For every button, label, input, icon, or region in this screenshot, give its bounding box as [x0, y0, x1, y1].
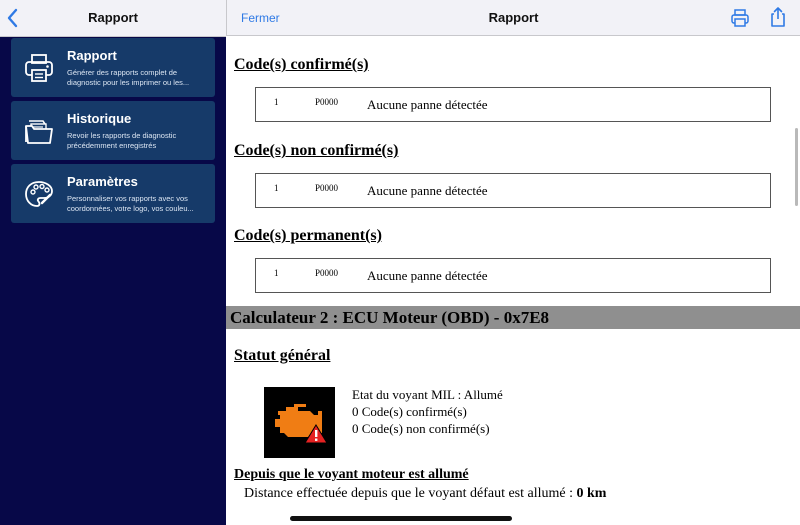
sidebar: Rapport Rapport Générer des rapports com… [0, 0, 226, 525]
code-number: 1 [274, 268, 279, 278]
folder-documents-icon [25, 120, 53, 144]
code-description: Aucune panne détectée [367, 183, 488, 198]
sidebar-item-parametres[interactable]: Paramètres Personnaliser vos rapports av… [11, 164, 215, 223]
scrollbar[interactable] [795, 128, 798, 206]
page-title: Rapport [488, 10, 539, 25]
close-button[interactable]: Fermer [241, 0, 280, 36]
home-indicator[interactable] [290, 516, 512, 521]
sidebar-item-description: Générer des rapports complet de diagnost… [67, 68, 190, 87]
since-mil-title: Depuis que le voyant moteur est allumé [234, 467, 469, 482]
ecu-section-header: Calculateur 2 : ECU Moteur (OBD) - 0x7E8 [226, 306, 800, 329]
sidebar-item-title: Historique [67, 111, 132, 126]
report-content[interactable]: Code(s) confirmé(s) 1 P0000 Aucune panne… [226, 36, 800, 525]
general-status-title: Statut général [234, 347, 331, 364]
print-icon[interactable] [730, 8, 750, 28]
sidebar-item-title: Paramètres [67, 174, 138, 189]
check-engine-warning-icon [264, 387, 335, 458]
confirmed-count: 0 Code(s) confirmé(s) [352, 404, 467, 419]
code-value: P0000 [315, 183, 339, 193]
permanent-codes-table: 1 P0000 Aucune panne détectée [255, 258, 771, 293]
sidebar-title: Rapport [88, 10, 138, 25]
mil-status: Etat du voyant MIL : Allumé [352, 387, 503, 402]
share-icon[interactable] [768, 6, 788, 28]
report-header: Fermer Rapport [226, 0, 800, 36]
sidebar-header: Rapport [0, 0, 226, 37]
distance-since-mil: Distance effectuée depuis que le voyant … [244, 486, 606, 502]
unconfirmed-codes-title: Code(s) non confirmé(s) [234, 142, 399, 159]
permanent-codes-title: Code(s) permanent(s) [234, 227, 382, 244]
code-description: Aucune panne détectée [367, 268, 488, 283]
confirmed-codes-title: Code(s) confirmé(s) [234, 56, 369, 73]
sidebar-item-description: Personnaliser vos rapports avec vos coor… [67, 194, 194, 213]
sidebar-item-historique[interactable]: Historique Revoir les rapports de diagno… [11, 101, 215, 160]
distance-label: Distance effectuée depuis que le voyant … [244, 486, 573, 501]
sidebar-item-rapport[interactable]: Rapport Générer des rapports complet de … [11, 38, 215, 97]
code-number: 1 [274, 183, 279, 193]
distance-value: 0 km [576, 486, 607, 501]
code-description: Aucune panne détectée [367, 97, 488, 112]
unconfirmed-count: 0 Code(s) non confirmé(s) [352, 421, 490, 436]
confirmed-codes-table: 1 P0000 Aucune panne détectée [255, 87, 771, 122]
printer-icon [25, 54, 53, 82]
code-number: 1 [274, 97, 279, 107]
code-value: P0000 [315, 97, 339, 107]
sidebar-item-description: Revoir les rapports de diagnostic précéd… [67, 131, 177, 150]
code-value: P0000 [315, 268, 339, 278]
unconfirmed-codes-table: 1 P0000 Aucune panne détectée [255, 173, 771, 208]
palette-icon [25, 181, 53, 207]
sidebar-item-title: Rapport [67, 48, 117, 63]
